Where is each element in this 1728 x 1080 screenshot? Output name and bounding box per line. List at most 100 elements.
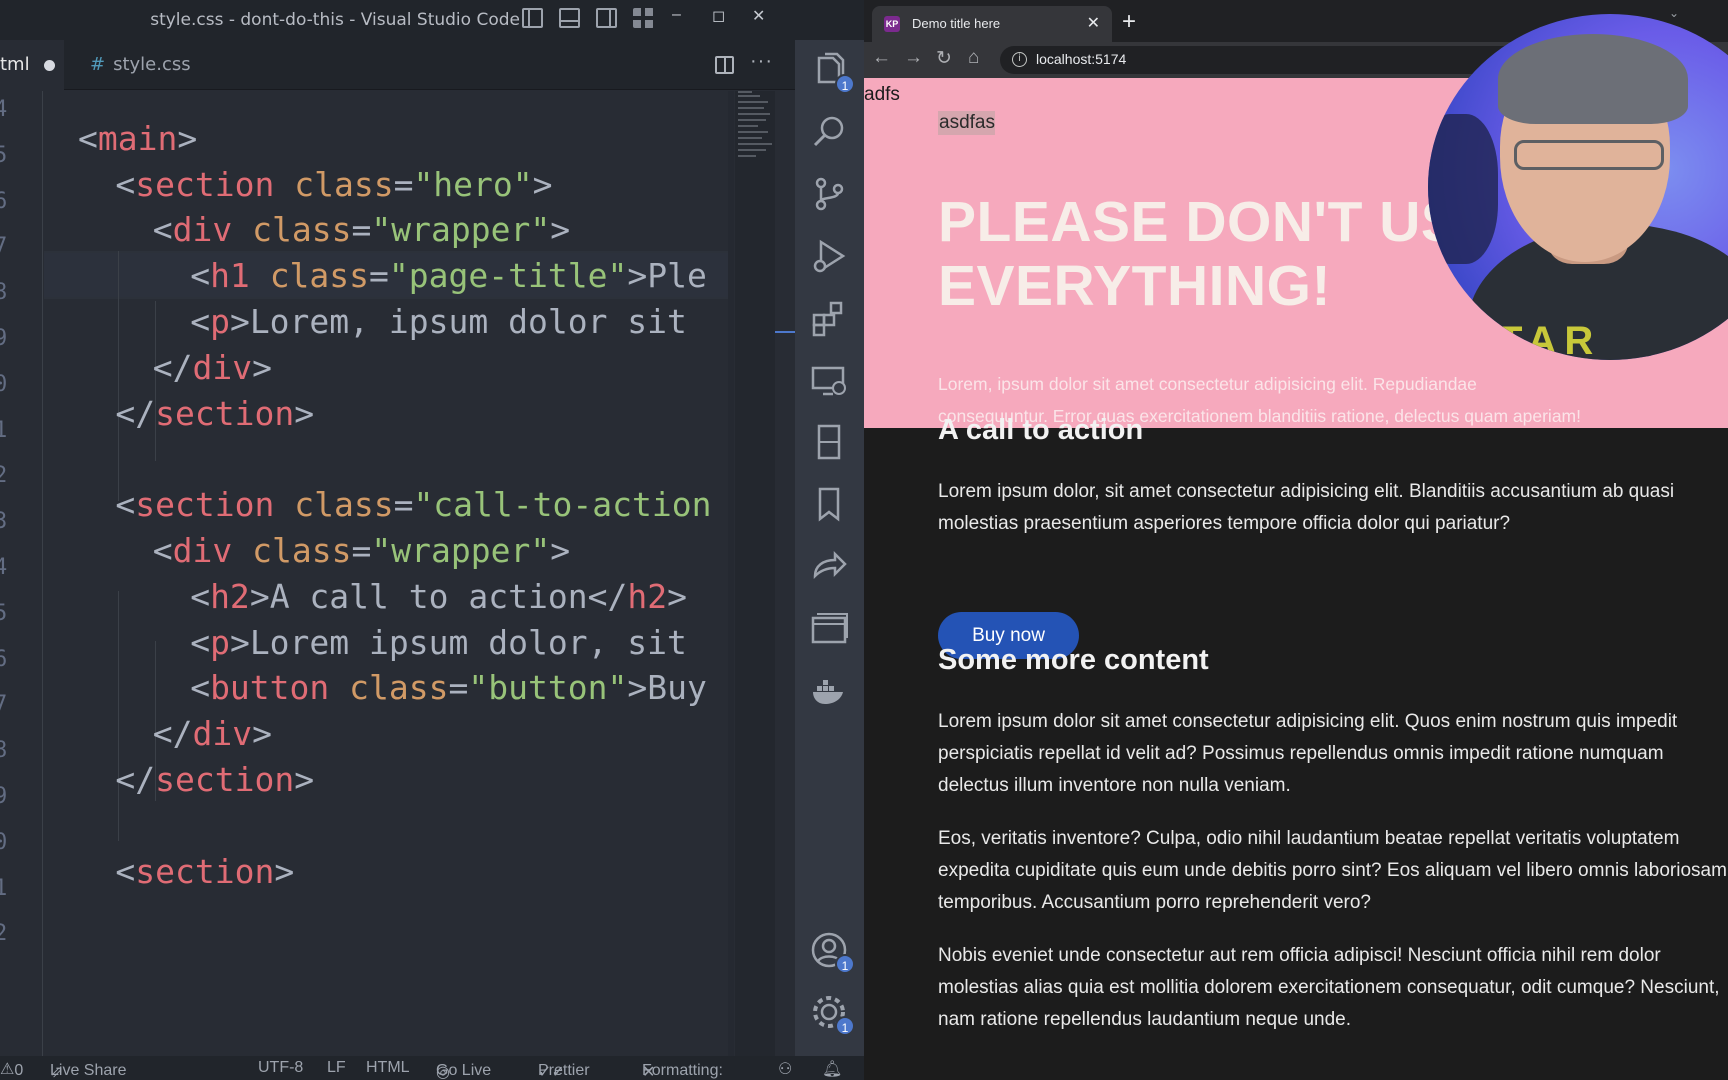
tab-search-chevron-icon[interactable]: ⌄ <box>1669 6 1679 20</box>
code-line: <p>Lorem, ipsum dolor sit <box>190 302 687 341</box>
browser-tab[interactable]: KP Demo title here ✕ <box>872 6 1112 42</box>
reload-icon[interactable]: ↻ <box>936 47 952 70</box>
code-token: class <box>269 256 370 296</box>
accounts-badge: 1 <box>835 954 855 974</box>
code-token: class <box>252 210 352 250</box>
code-token: "page-title" <box>388 256 628 296</box>
browser-tab-title: Demo title here <box>912 16 1001 31</box>
settings-gear-icon[interactable]: 1 <box>809 992 855 1036</box>
panels-icon[interactable] <box>809 608 849 648</box>
code-token: p <box>210 302 230 341</box>
code-token: div <box>192 714 253 754</box>
remote-explorer-icon[interactable] <box>809 360 849 400</box>
notifications-bell-icon[interactable]: 🔔︎ <box>822 1059 842 1079</box>
line-number: 1 <box>0 875 8 901</box>
bookmarks-icon[interactable] <box>809 484 849 524</box>
code-line: <section> <box>115 852 294 891</box>
live-share-icon[interactable] <box>809 546 849 586</box>
glasses <box>1514 140 1664 170</box>
site-info-icon[interactable]: i <box>1012 52 1027 67</box>
code-line: <p>Lorem ipsum dolor, sit <box>190 623 687 662</box>
code-line: </div> <box>153 348 272 387</box>
maximize-button[interactable]: ◻ <box>712 6 725 26</box>
css-file-icon: # <box>90 54 106 75</box>
code-token: h2 <box>210 576 250 616</box>
code-token: > <box>294 393 315 433</box>
line-number: 2 <box>0 921 8 947</box>
run-debug-icon[interactable] <box>809 236 849 276</box>
code-token: < <box>190 576 211 616</box>
code-token: div <box>192 347 253 387</box>
encoding-status[interactable]: UTF-8 <box>258 1059 303 1077</box>
code-token: < <box>78 118 98 158</box>
code-editor[interactable]: 4567890123456789012 <main> <section class… <box>0 91 728 1056</box>
code-token: section <box>135 485 275 525</box>
search-icon[interactable] <box>809 112 849 152</box>
activity-bar: 1 1 1 <box>795 40 864 1056</box>
extensions-icon[interactable] <box>809 298 849 338</box>
layout-controls <box>522 8 654 28</box>
accounts-status-icon[interactable]: ⚇ <box>778 1059 792 1079</box>
code-token: > <box>550 531 571 570</box>
forward-arrow-icon[interactable]: → <box>904 47 923 69</box>
close-tab-icon[interactable]: ✕ <box>1087 13 1100 33</box>
source-control-icon[interactable] <box>809 174 849 214</box>
code-token: class <box>349 668 449 708</box>
docker-icon[interactable] <box>809 670 849 710</box>
code-token: main <box>97 118 178 158</box>
code-token: < <box>190 622 211 662</box>
toggle-primary-sidebar-icon[interactable] <box>522 8 543 28</box>
back-arrow-icon[interactable]: ← <box>872 47 891 69</box>
home-icon[interactable]: ⌂ <box>968 47 979 69</box>
editor-scrollbar[interactable] <box>728 91 734 1056</box>
toggle-panel-icon[interactable] <box>559 8 580 28</box>
minimize-button[interactable]: – <box>672 6 681 24</box>
code-token: > <box>294 760 315 799</box>
more-actions-icon[interactable]: ··· <box>750 50 773 73</box>
window-title: style.css - dont-do-this - Visual Studio… <box>150 10 520 30</box>
code-token: class <box>252 531 352 570</box>
code-token: = <box>448 668 469 708</box>
code-token: < <box>115 485 136 525</box>
code-token: = <box>393 485 414 525</box>
cta-text-block: Lorem ipsum dolor, sit amet consectetur … <box>938 476 1728 540</box>
problems-indicator[interactable]: ⚠ 0 <box>0 1059 23 1079</box>
cta-heading: A call to action <box>938 414 1144 446</box>
code-token: > <box>249 576 270 616</box>
more-paragraph-3: Nobis eveniet unde consectetur aut rem o… <box>938 945 1720 1030</box>
code-token: > <box>532 164 553 204</box>
code-token: div <box>172 210 233 250</box>
editor-tab-bar: tml # style.css <box>0 40 795 90</box>
explorer-icon[interactable]: 1 <box>809 50 855 94</box>
code-token: </ <box>115 393 156 433</box>
line-number: 4 <box>0 97 8 122</box>
close-button[interactable]: ✕ <box>752 6 765 26</box>
prettier-label: Prettier <box>538 1062 590 1079</box>
code-token: > <box>229 302 250 341</box>
code-token: "wrapper" <box>371 210 551 250</box>
eol-status[interactable]: LF <box>327 1059 346 1077</box>
split-editor-icon[interactable] <box>715 56 734 74</box>
language-status[interactable]: HTML <box>366 1059 410 1077</box>
code-line: </section> <box>115 394 314 433</box>
customize-layout-icon[interactable] <box>633 8 654 28</box>
tab-style-css[interactable]: # style.css <box>70 40 240 90</box>
code-token: "button" <box>468 668 628 708</box>
toggle-secondary-sidebar-icon[interactable] <box>596 8 617 28</box>
unsaved-dot-icon[interactable] <box>43 59 55 71</box>
asdfas-text: asdfas <box>938 111 995 135</box>
code-token: section <box>155 760 295 799</box>
go-live-label: Go Live <box>436 1062 492 1079</box>
tab-index-html[interactable]: tml <box>0 40 64 90</box>
code-token: < <box>115 851 136 891</box>
code-token: section <box>135 851 275 891</box>
code-token: p <box>210 622 230 662</box>
minimap[interactable] <box>735 91 795 1056</box>
line-number: 5 <box>0 142 8 168</box>
accounts-icon[interactable]: 1 <box>809 930 855 974</box>
line-number: 7 <box>0 234 8 260</box>
testing-icon[interactable] <box>809 422 849 462</box>
new-tab-icon[interactable]: + <box>1122 8 1136 36</box>
